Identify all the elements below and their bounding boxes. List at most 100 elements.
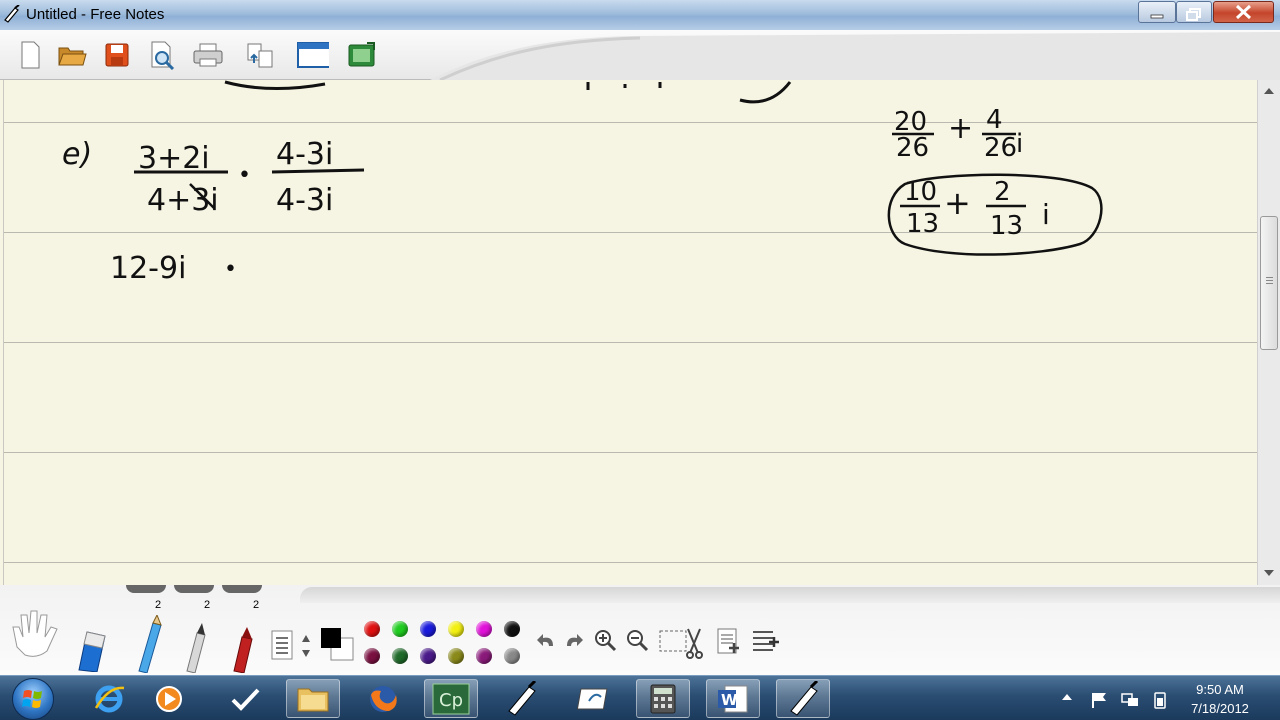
redo-icon bbox=[567, 634, 583, 646]
redo-button[interactable] bbox=[562, 629, 586, 653]
taskbar-app-check[interactable] bbox=[218, 679, 272, 718]
taskbar-media-player[interactable] bbox=[142, 679, 196, 718]
hand-tool[interactable] bbox=[6, 605, 64, 661]
rhs-denominator: 4-3i bbox=[276, 183, 333, 218]
zoom-in-button[interactable] bbox=[592, 627, 618, 653]
maximize-button[interactable] bbox=[1176, 1, 1212, 23]
scroll-down-arrow[interactable] bbox=[1264, 570, 1274, 576]
save-button[interactable] bbox=[101, 38, 133, 72]
pencil-icon bbox=[138, 615, 162, 673]
answer-real-numerator: 10 bbox=[904, 177, 937, 207]
open-folder-icon bbox=[58, 47, 87, 66]
insert-page-button[interactable] bbox=[714, 625, 742, 659]
calculator-icon bbox=[650, 684, 676, 713]
action-center-flag-icon[interactable] bbox=[1090, 691, 1110, 709]
undo-icon bbox=[537, 634, 553, 646]
add-lines-button[interactable] bbox=[750, 625, 782, 659]
hand-icon bbox=[12, 610, 58, 657]
eraser-tool[interactable] bbox=[72, 625, 110, 673]
taskbar-captivate[interactable]: Cp bbox=[424, 679, 478, 718]
color-swatch-green[interactable] bbox=[392, 621, 408, 637]
network-icon[interactable] bbox=[1120, 691, 1140, 709]
color-swatch-black[interactable] bbox=[504, 621, 520, 637]
scissors-select-icon bbox=[659, 628, 703, 659]
clock-time: 9:50 AM bbox=[1196, 682, 1244, 697]
answer-imag-numerator: 2 bbox=[994, 177, 1011, 207]
export-button[interactable] bbox=[244, 38, 276, 72]
color-swatch-magenta[interactable] bbox=[476, 621, 492, 637]
zoom-out-button[interactable] bbox=[624, 627, 650, 653]
show-hidden-icons-arrow[interactable] bbox=[1062, 693, 1072, 701]
svg-text:Cp: Cp bbox=[439, 690, 463, 711]
pen-size-tab[interactable] bbox=[126, 585, 166, 593]
minimize-icon bbox=[1150, 14, 1164, 19]
scroll-up-arrow[interactable] bbox=[1264, 88, 1274, 94]
minimize-button[interactable] bbox=[1138, 1, 1176, 23]
vertical-scrollbar[interactable] bbox=[1257, 80, 1280, 585]
taskbar-internet-explorer[interactable] bbox=[82, 679, 136, 718]
page-insert-icon bbox=[717, 628, 739, 654]
size-spinner[interactable] bbox=[297, 629, 315, 663]
scroll-grip bbox=[1266, 283, 1273, 284]
firefox-icon bbox=[370, 685, 397, 712]
insert-image-button[interactable] bbox=[346, 38, 378, 72]
color-swatch-maroon[interactable] bbox=[364, 648, 380, 664]
zoom-out-icon bbox=[627, 630, 649, 652]
rhs-numerator: 4-3i bbox=[276, 137, 333, 172]
pen-tool-palette: 2 2 2 bbox=[0, 585, 1280, 675]
answer-real-denominator: 13 bbox=[906, 209, 939, 239]
color-swatch-purple[interactable] bbox=[420, 648, 436, 664]
word-icon: W bbox=[718, 685, 748, 712]
line-style-tool[interactable] bbox=[270, 629, 296, 663]
note-canvas[interactable]: e) 3+2i 4+3i • 4-3i 4-3i 12-9i • 20 26 +… bbox=[0, 80, 1280, 585]
taskbar-free-notes[interactable] bbox=[494, 679, 548, 718]
system-clock[interactable]: 9:50 AM 7/18/2012 bbox=[1170, 680, 1270, 718]
color-swatch-yellow[interactable] bbox=[448, 621, 464, 637]
taskbar-calculator[interactable] bbox=[636, 679, 690, 718]
power-icon[interactable] bbox=[1150, 691, 1170, 709]
print-preview-button[interactable] bbox=[146, 38, 178, 72]
color-swatch-dark-green[interactable] bbox=[392, 648, 408, 664]
title-bar: Untitled - Free Notes bbox=[0, 0, 1280, 30]
new-file-button[interactable] bbox=[14, 38, 46, 72]
color-swatch-red[interactable] bbox=[364, 621, 380, 637]
taskbar-firefox[interactable] bbox=[356, 679, 410, 718]
windows-logo-icon bbox=[22, 690, 42, 708]
color-swatch-plum[interactable] bbox=[476, 648, 492, 664]
pencil-tool[interactable] bbox=[134, 615, 164, 673]
color-swatch-olive[interactable] bbox=[448, 648, 464, 664]
color-swatch-gray[interactable] bbox=[504, 648, 520, 664]
marker-tool[interactable] bbox=[230, 627, 258, 673]
taskbar-free-notes-active[interactable] bbox=[776, 679, 830, 718]
scroll-thumb[interactable] bbox=[1260, 216, 1278, 350]
scroll-grip bbox=[1266, 280, 1273, 281]
close-button[interactable] bbox=[1213, 1, 1274, 23]
taskbar-journal[interactable] bbox=[568, 679, 622, 718]
pen-size-tab[interactable] bbox=[222, 585, 262, 593]
printer-icon bbox=[193, 43, 223, 67]
custom-color-picker[interactable] bbox=[318, 625, 356, 663]
select-cut-tool[interactable] bbox=[658, 625, 706, 659]
start-button[interactable] bbox=[12, 678, 54, 720]
taskbar-file-explorer[interactable] bbox=[286, 679, 340, 718]
pen-icon bbox=[186, 623, 206, 673]
open-button[interactable] bbox=[56, 38, 88, 72]
export-icon bbox=[247, 43, 273, 68]
answer-imag-denominator: 13 bbox=[990, 211, 1023, 241]
insert-image-icon bbox=[348, 42, 375, 67]
problem-label: e) bbox=[62, 137, 92, 172]
pen-size-tab[interactable] bbox=[174, 585, 214, 593]
undo-button[interactable] bbox=[534, 629, 558, 653]
marker-size: 2 bbox=[252, 599, 260, 611]
palette-strip bbox=[300, 587, 1280, 603]
restore-icon bbox=[1186, 8, 1201, 21]
color-picker-icon bbox=[321, 628, 354, 661]
pen-tool[interactable] bbox=[182, 623, 210, 673]
color-swatch-blue[interactable] bbox=[420, 621, 436, 637]
svg-text:W: W bbox=[721, 691, 738, 709]
fullscreen-button[interactable] bbox=[297, 38, 329, 72]
print-button[interactable] bbox=[192, 38, 224, 72]
toolbar-decoration bbox=[430, 32, 1280, 80]
fraction-one-denominator: 26 bbox=[896, 133, 929, 163]
taskbar-word[interactable]: W bbox=[706, 679, 760, 718]
